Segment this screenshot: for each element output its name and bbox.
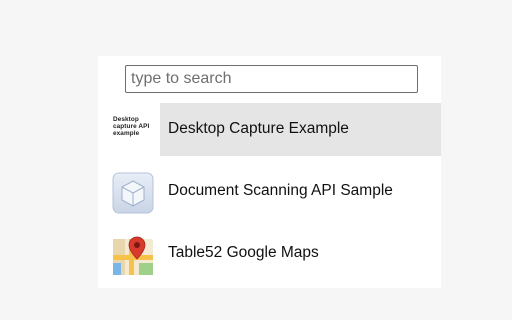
search-input[interactable] [125,65,418,93]
app-list: Desktop capture API example Desktop Capt… [98,103,441,289]
list-item-label-area: Document Scanning API Sample [160,165,441,218]
icon-text-line: example [113,130,140,137]
list-item-google-maps[interactable]: Table52 Google Maps [98,227,441,280]
cube-placeholder-icon [111,171,155,215]
icon-text-line: Desktop [113,116,139,123]
list-item-label: Document Scanning API Sample [168,182,393,199]
icon-text-line: capture API [113,123,150,130]
list-item-label: Desktop Capture Example [168,120,349,137]
list-item-label-area: Desktop Capture Example [160,103,441,156]
desktop-capture-text-icon: Desktop capture API example [111,109,155,153]
search-box [125,65,418,93]
google-maps-icon [111,233,155,277]
list-item-desktop-capture[interactable]: Desktop capture API example Desktop Capt… [98,103,441,156]
list-item-label: Table52 Google Maps [168,244,319,261]
list-item-label-area: Table52 Google Maps [160,227,441,280]
app-list-panel: Desktop capture API example Desktop Capt… [98,56,441,288]
list-item-document-scanning[interactable]: Document Scanning API Sample [98,165,441,218]
